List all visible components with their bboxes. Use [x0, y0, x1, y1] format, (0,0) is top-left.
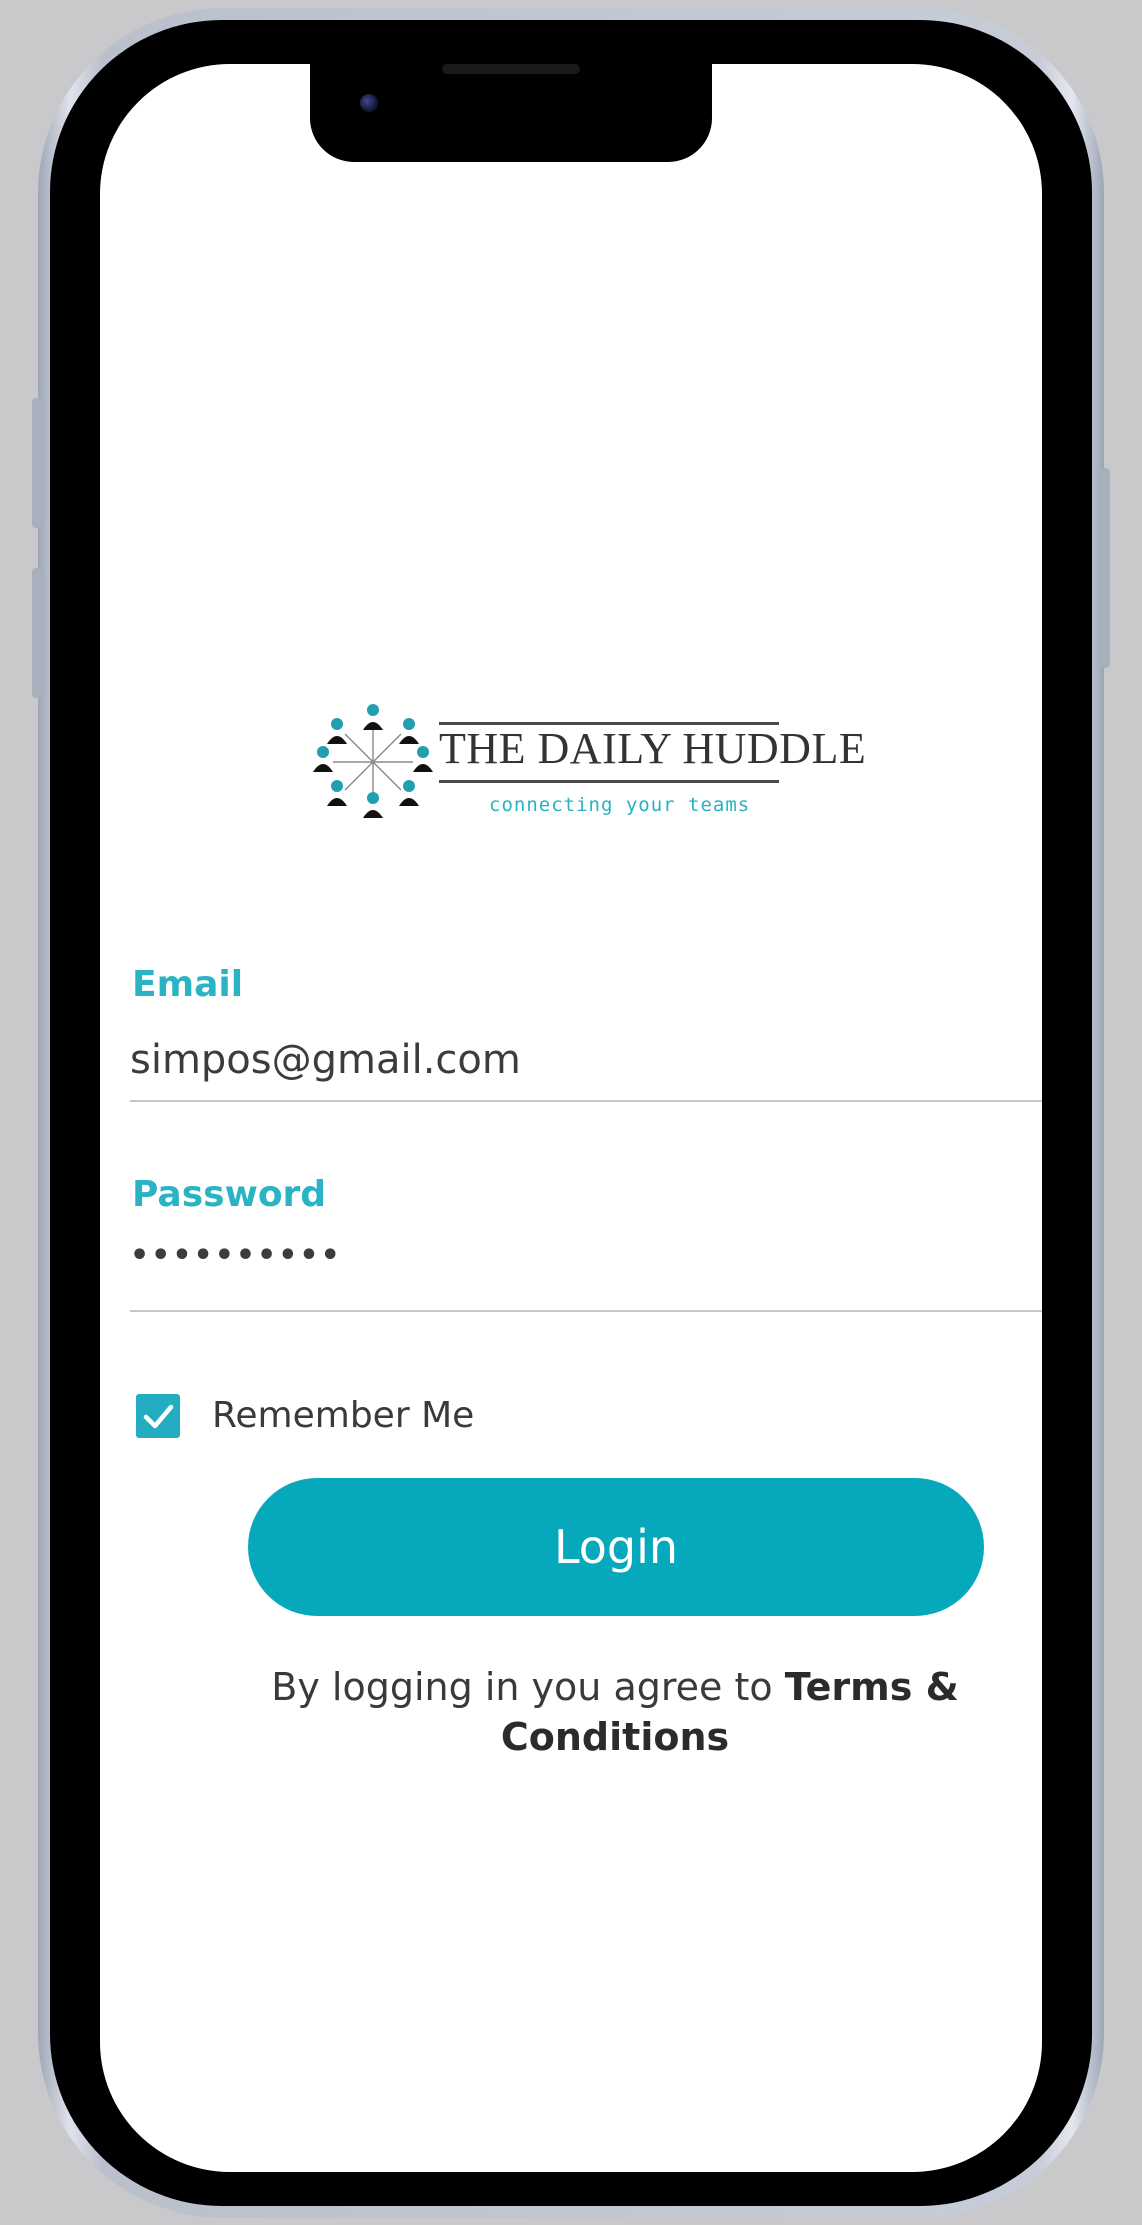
remember-me-label: Remember Me — [212, 1395, 475, 1436]
password-underline — [130, 1310, 1042, 1312]
login-screen: THE DAILY HUDDLE connecting your teams E… — [100, 64, 1042, 2172]
notch — [310, 64, 712, 162]
speaker-grille — [442, 64, 580, 74]
terms-text: By logging in you agree to Terms & Condi… — [200, 1662, 1030, 1762]
email-label: Email — [132, 964, 244, 1005]
logo-tagline: connecting your teams — [489, 794, 751, 816]
phone-bezel: THE DAILY HUDDLE connecting your teams E… — [50, 20, 1092, 2206]
logo-bottom-rule — [439, 780, 779, 783]
front-camera-icon — [360, 94, 378, 112]
team-circle-logo-icon — [313, 704, 433, 818]
login-button[interactable]: Login — [248, 1478, 984, 1616]
volume-up-button — [32, 398, 42, 528]
password-label: Password — [132, 1174, 327, 1215]
email-field[interactable] — [130, 1032, 1042, 1088]
remember-me-checkbox[interactable] — [136, 1394, 180, 1438]
volume-down-button — [32, 568, 42, 698]
logo-title: THE DAILY HUDDLE — [439, 724, 867, 773]
phone-frame: THE DAILY HUDDLE connecting your teams E… — [32, 8, 1110, 2218]
email-underline — [130, 1100, 1042, 1102]
checkmark-icon — [143, 1404, 174, 1429]
terms-prefix: By logging in you agree to — [271, 1665, 773, 1709]
password-field[interactable]: •••••••••• — [130, 1238, 1042, 1273]
power-button — [1100, 468, 1110, 668]
app-logo: THE DAILY HUDDLE connecting your teams — [313, 702, 867, 822]
